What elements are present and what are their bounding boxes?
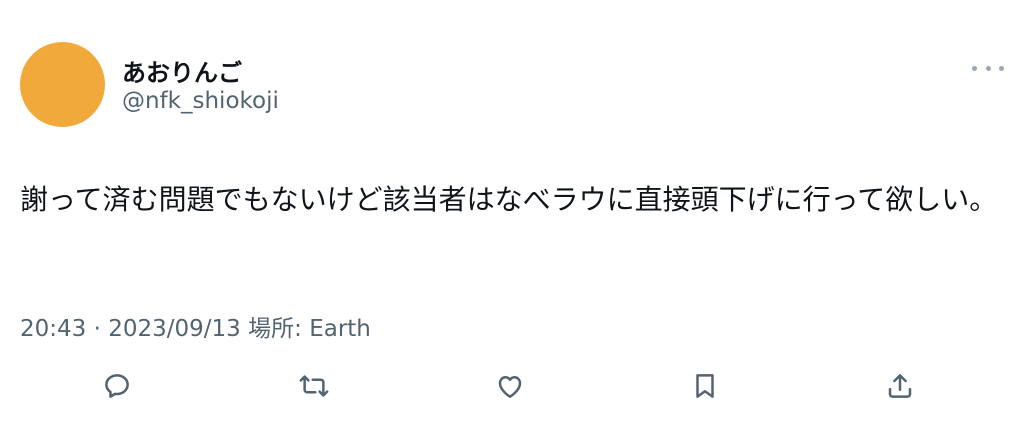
bookmark-button[interactable] [682, 363, 728, 409]
action-bar [0, 363, 1024, 409]
location-label: 場所: [248, 316, 302, 342]
like-button[interactable] [487, 363, 533, 409]
reply-button[interactable] [94, 363, 140, 409]
reply-icon [105, 374, 129, 398]
tweet-date[interactable]: 2023/09/13 [108, 316, 241, 342]
tweet-meta: 20:43 · 2023/09/13 場所: Earth [20, 309, 371, 343]
avatar[interactable] [20, 42, 105, 127]
tweet-time[interactable]: 20:43 [20, 316, 86, 342]
more-horizontal-icon[interactable] [972, 58, 1004, 78]
tweet-text: 謝って済む問題でもないけど該当者はなべラウに直接頭下げに行って欲しい。 [20, 183, 998, 216]
bookmark-icon [696, 374, 714, 398]
retweet-button[interactable] [291, 363, 337, 409]
share-icon [888, 374, 912, 398]
more-dot [972, 65, 977, 71]
author-display-name[interactable]: あおりんご [122, 53, 242, 88]
location-value[interactable]: Earth [309, 316, 371, 342]
author-handle[interactable]: @nfk_shiokoji [122, 88, 279, 114]
more-dot [985, 65, 991, 71]
retweet-icon [299, 375, 329, 397]
share-button[interactable] [877, 363, 923, 409]
more-dot [999, 65, 1004, 71]
meta-separator: · [93, 316, 101, 342]
like-icon [498, 376, 522, 398]
